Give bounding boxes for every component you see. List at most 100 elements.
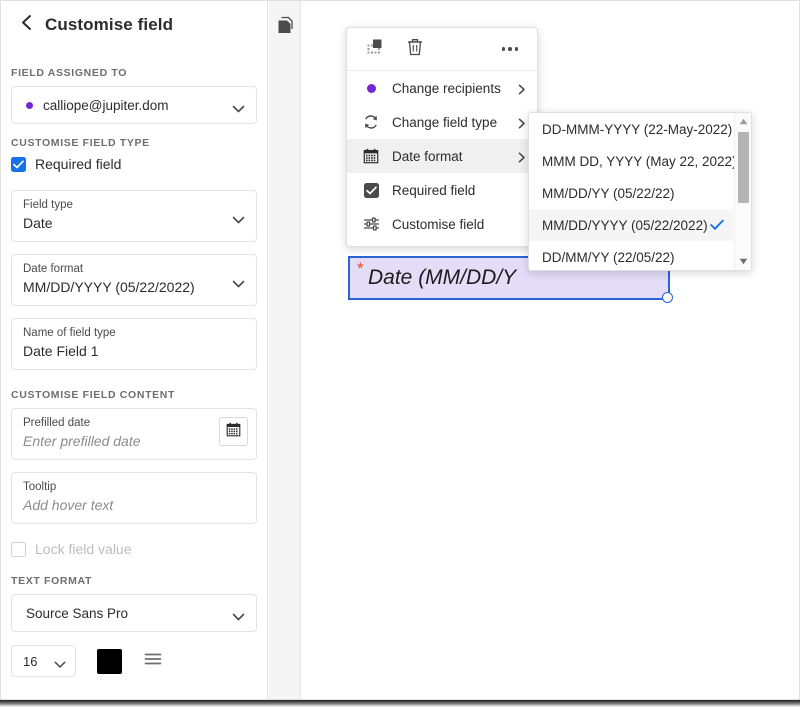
field-type-value: Date: [23, 213, 245, 234]
date-format-option[interactable]: DD-MMM-YYYY (22-May-2022): [529, 113, 733, 145]
recipient-dot-icon: [26, 102, 33, 109]
date-format-value: MM/DD/YYYY (05/22/2022): [23, 277, 245, 298]
menu-item-label: Date format: [392, 149, 463, 164]
chevron-down-icon: [232, 609, 245, 627]
section-label-customise-field-type: CUSTOMISE FIELD TYPE: [11, 137, 267, 149]
date-format-option-label: DD-MMM-YYYY (22-May-2022): [542, 122, 732, 137]
section-label-customise-field-content: CUSTOMISE FIELD CONTENT: [11, 389, 267, 401]
required-field-checkbox-row[interactable]: Required field: [11, 156, 267, 172]
chevron-down-icon: [54, 657, 66, 672]
date-format-option[interactable]: DD/MM/YY (22/05/22): [529, 241, 733, 271]
recipient-dot-icon: [361, 84, 381, 93]
name-of-field-type-input[interactable]: Name of field type Date Field 1: [11, 318, 257, 370]
checkbox-checked-icon: [361, 183, 381, 198]
tooltip-input[interactable]: Tooltip Add hover text: [11, 472, 257, 524]
checkbox-checked-icon: [11, 157, 26, 172]
chevron-down-icon: [232, 276, 245, 294]
refresh-icon: [361, 114, 381, 130]
resize-handle[interactable]: [662, 292, 673, 303]
date-format-submenu: DD-MMM-YYYY (22-May-2022) MMM DD, YYYY (…: [528, 112, 752, 271]
name-of-field-type-label: Name of field type: [23, 326, 245, 340]
font-size-value: 16: [23, 654, 37, 669]
tooltip-label: Tooltip: [23, 480, 245, 494]
prefilled-date-input[interactable]: Prefilled date Enter prefilled date: [11, 408, 257, 460]
font-size-select[interactable]: 16: [11, 645, 76, 677]
recipient-value: calliope@jupiter.dom: [43, 98, 169, 113]
panel-header: Customise field: [1, 3, 267, 47]
page-title: Customise field: [45, 15, 173, 35]
lock-field-value-label: Lock field value: [35, 541, 132, 557]
menu-item-label: Customise field: [392, 217, 484, 232]
date-format-option-list: DD-MMM-YYYY (22-May-2022) MMM DD, YYYY (…: [529, 113, 733, 270]
date-format-option-label: MM/DD/YYYY (05/22/2022): [542, 218, 708, 233]
field-type-label: Field type: [23, 198, 245, 212]
font-family-select[interactable]: Source Sans Pro: [11, 594, 257, 632]
chevron-right-icon: [518, 117, 526, 132]
prefilled-date-label: Prefilled date: [23, 416, 245, 430]
menu-item-required-field[interactable]: Required field: [347, 173, 537, 207]
date-format-select[interactable]: Date format MM/DD/YYYY (05/22/2022): [11, 254, 257, 306]
date-format-option-label: MMM DD, YYYY (May 22, 2022): [542, 154, 737, 169]
context-menu-toolbar: [347, 28, 537, 71]
duplicate-field-button[interactable]: [359, 34, 389, 64]
font-family-value: Source Sans Pro: [26, 606, 128, 621]
date-format-option[interactable]: MM/DD/YY (05/22/22): [529, 177, 733, 209]
recipient-select[interactable]: calliope@jupiter.dom: [11, 86, 257, 124]
menu-item-change-field-type[interactable]: Change field type: [347, 105, 537, 139]
menu-item-label: Change field type: [392, 115, 497, 130]
lock-field-value-checkbox-row[interactable]: Lock field value: [11, 541, 267, 557]
menu-item-date-format[interactable]: Date format: [347, 139, 537, 173]
date-format-label: Date format: [23, 262, 245, 276]
menu-item-label: Change recipients: [392, 81, 501, 96]
text-align-button[interactable]: [144, 652, 162, 671]
required-asterisk: *: [357, 260, 364, 277]
chevron-right-icon: [518, 151, 526, 166]
scroll-up-arrow-icon[interactable]: [735, 114, 752, 129]
text-color-swatch[interactable]: [97, 649, 122, 674]
back-button[interactable]: [13, 12, 39, 38]
field-context-menu: Change recipients Change field type: [346, 27, 538, 247]
scroll-down-arrow-icon[interactable]: [735, 254, 752, 269]
duplicate-field-icon: [366, 38, 383, 60]
trash-icon: [407, 38, 423, 61]
checkbox-unchecked-icon: [11, 542, 26, 557]
submenu-scrollbar[interactable]: [734, 113, 751, 270]
copy-pages-icon: [277, 16, 294, 39]
chevron-left-icon: [20, 14, 33, 36]
calendar-icon: [226, 422, 241, 442]
left-tool-strip: [269, 1, 301, 699]
menu-item-change-recipients[interactable]: Change recipients: [347, 71, 537, 105]
more-options-icon: [502, 47, 519, 51]
calendar-picker-button[interactable]: [219, 417, 248, 446]
date-format-option-label: DD/MM/YY (22/05/22): [542, 250, 675, 265]
chevron-right-icon: [518, 83, 526, 98]
name-of-field-type-value: Date Field 1: [23, 341, 245, 362]
customise-field-sidebar: Customise field FIELD ASSIGNED TO callio…: [1, 1, 268, 699]
more-options-button[interactable]: [495, 34, 525, 64]
section-label-text-format: TEXT FORMAT: [11, 575, 267, 587]
calendar-icon: [361, 148, 381, 164]
copy-pages-button[interactable]: [269, 7, 301, 47]
text-format-toolbar: 16: [11, 645, 257, 677]
chevron-down-icon: [232, 101, 245, 119]
customise-field-window: Customise field FIELD ASSIGNED TO callio…: [0, 0, 800, 700]
scrollbar-thumb[interactable]: [738, 132, 749, 203]
window-bottom-shadow: [0, 700, 800, 707]
tooltip-placeholder: Add hover text: [23, 495, 245, 516]
menu-item-customise-field[interactable]: Customise field: [347, 207, 537, 241]
align-left-icon: [144, 652, 162, 671]
sliders-icon: [361, 216, 381, 232]
menu-item-label: Required field: [392, 183, 475, 198]
field-type-select[interactable]: Field type Date: [11, 190, 257, 242]
required-field-label: Required field: [35, 156, 121, 172]
date-format-option-label: MM/DD/YY (05/22/22): [542, 186, 675, 201]
date-format-option[interactable]: MMM DD, YYYY (May 22, 2022): [529, 145, 733, 177]
chevron-down-icon: [232, 212, 245, 230]
date-form-field-text: Date (MM/DD/Y: [368, 266, 516, 290]
document-canvas: * Date (MM/DD/Y: [302, 1, 799, 699]
section-label-field-assigned: FIELD ASSIGNED TO: [11, 67, 267, 79]
prefilled-date-placeholder: Enter prefilled date: [23, 431, 245, 452]
date-format-option-selected[interactable]: MM/DD/YYYY (05/22/2022): [529, 209, 733, 241]
checkmark-icon: [710, 219, 724, 234]
delete-field-button[interactable]: [400, 34, 430, 64]
